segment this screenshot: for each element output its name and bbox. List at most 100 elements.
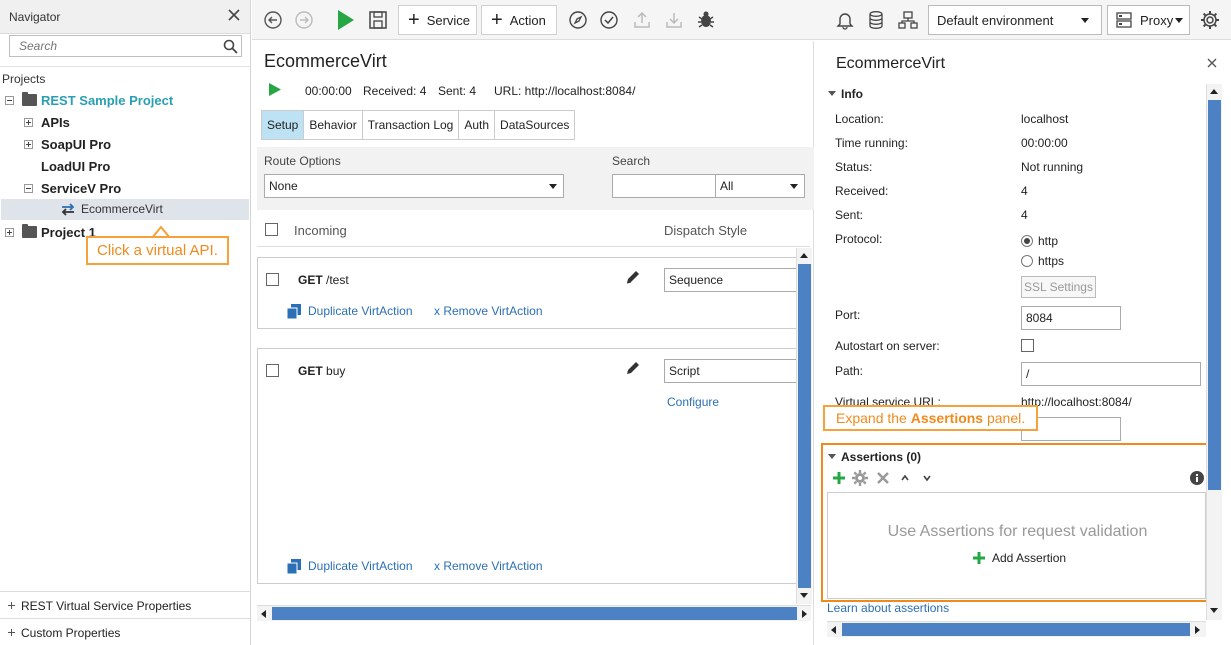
path-input[interactable]: / <box>1021 362 1201 386</box>
protocol-https-radio[interactable] <box>1021 255 1033 267</box>
assertions-section-header[interactable]: Assertions (0) <box>828 450 921 464</box>
autostart-checkbox[interactable] <box>1021 339 1034 352</box>
run-icon[interactable] <box>268 82 282 97</box>
port-input[interactable]: 8084 <box>1021 306 1121 330</box>
expand-icon[interactable] <box>5 228 14 237</box>
remove-virtaction-link[interactable]: x Remove VirtAction <box>434 559 543 573</box>
tree-item-servicev-pro[interactable]: ServiceV Pro <box>0 178 250 199</box>
expand-icon[interactable] <box>8 602 15 609</box>
scroll-left-icon[interactable] <box>261 610 266 618</box>
scroll-thumb[interactable] <box>842 623 1190 636</box>
collapse-icon[interactable] <box>5 96 14 105</box>
chevron-down-icon <box>1081 18 1089 23</box>
learn-about-assertions-link[interactable]: Learn about assertions <box>827 601 949 615</box>
add-assertion-button[interactable]: Add Assertion <box>972 551 1066 565</box>
delete-icon[interactable] <box>876 471 890 485</box>
scroll-up-icon[interactable] <box>800 253 808 258</box>
tree-item-rest-sample-project[interactable]: REST Sample Project <box>0 90 250 111</box>
scroll-down-icon[interactable] <box>1210 608 1218 613</box>
bug-icon[interactable] <box>696 10 716 30</box>
dispatch-style-value: Script <box>669 364 700 378</box>
tree-item-loadui-pro[interactable]: LoadUI Pro <box>0 156 250 177</box>
bell-icon[interactable] <box>835 10 855 30</box>
search-scope-select[interactable]: All <box>715 174 805 198</box>
scroll-thumb[interactable] <box>272 607 797 620</box>
virtaction-checkbox[interactable] <box>266 364 279 377</box>
virtaction-checkbox[interactable] <box>266 273 279 286</box>
info-icon[interactable] <box>1190 471 1204 485</box>
protocol-http-radio[interactable] <box>1021 235 1033 247</box>
scroll-right-icon[interactable] <box>802 610 807 618</box>
scroll-thumb[interactable] <box>1208 100 1221 490</box>
status-value: Not running <box>1021 160 1084 174</box>
scroll-right-icon[interactable] <box>1195 626 1200 634</box>
dispatch-style-select[interactable]: Sequence <box>664 268 804 292</box>
tab-auth[interactable]: Auth <box>459 111 496 139</box>
actions-vertical-scrollbar[interactable] <box>796 248 812 604</box>
edit-pencil-icon[interactable] <box>624 268 642 286</box>
actions-table-header: Incoming Dispatch Style <box>257 213 810 247</box>
rest-virtual-service-properties-section[interactable]: REST Virtual Service Properties <box>0 591 250 618</box>
edit-pencil-icon[interactable] <box>624 359 642 377</box>
scroll-thumb[interactable] <box>798 264 811 588</box>
tree-item-apis[interactable]: APIs <box>0 112 250 133</box>
tree-item-ecommercevirt[interactable]: EcommerceVirt <box>0 199 250 220</box>
move-up-icon[interactable] <box>900 474 910 482</box>
add-service-button[interactable]: + Service <box>398 5 477 35</box>
scroll-down-icon[interactable] <box>800 593 808 598</box>
dispatch-style-select[interactable]: Script <box>664 359 804 383</box>
environment-select[interactable]: Default environment <box>928 5 1102 35</box>
check-circle-icon[interactable] <box>599 10 619 30</box>
import-icon[interactable] <box>664 10 684 30</box>
scroll-left-icon[interactable] <box>831 626 836 634</box>
tab-behavior[interactable]: Behavior <box>304 111 363 139</box>
configure-link[interactable]: Configure <box>667 395 719 409</box>
select-all-checkbox[interactable] <box>265 223 278 236</box>
compass-icon[interactable] <box>568 10 588 30</box>
collapse-icon[interactable] <box>24 184 33 193</box>
properties-vertical-scrollbar[interactable] <box>1206 84 1222 620</box>
add-icon <box>972 551 986 565</box>
autostart-label: Autostart on server: <box>835 339 940 353</box>
save-icon[interactable] <box>368 10 388 30</box>
network-icon[interactable] <box>898 10 918 30</box>
export-icon[interactable] <box>632 10 652 30</box>
run-time: 00:00:00 <box>305 84 352 98</box>
close-icon[interactable] <box>1207 58 1217 68</box>
run-status-bar: 00:00:00 Received: 4 Sent: 4 URL: http:/… <box>264 82 684 100</box>
remove-virtaction-link[interactable]: x Remove VirtAction <box>434 304 543 318</box>
action-search-input[interactable] <box>612 174 716 198</box>
ssl-settings-button[interactable]: SSL Settings <box>1021 276 1096 298</box>
route-options-select[interactable]: None <box>264 174 564 198</box>
service-title: EcommerceVirt <box>264 51 387 71</box>
search-icon[interactable] <box>223 39 238 54</box>
assertions-empty-area: Use Assertions for request validation Ad… <box>827 492 1206 599</box>
expand-icon[interactable] <box>24 118 33 127</box>
navigator-search-input[interactable] <box>9 35 242 57</box>
custom-properties-section[interactable]: Custom Properties <box>0 618 250 645</box>
forward-icon[interactable] <box>294 10 314 30</box>
duplicate-virtaction-link[interactable]: Duplicate VirtAction <box>308 304 413 318</box>
expand-icon[interactable] <box>24 140 33 149</box>
proxy-button[interactable]: Proxy <box>1107 5 1190 35</box>
back-icon[interactable] <box>263 10 283 30</box>
tab-transaction-log[interactable]: Transaction Log <box>363 111 460 139</box>
add-action-button[interactable]: + Action <box>481 5 557 35</box>
move-down-icon[interactable] <box>922 474 932 482</box>
tree-item-soapui-pro[interactable]: SoapUI Pro <box>0 134 250 155</box>
add-icon[interactable] <box>831 470 847 486</box>
duplicate-virtaction-link[interactable]: Duplicate VirtAction <box>308 559 413 573</box>
tab-setup[interactable]: Setup <box>262 111 305 139</box>
gear-icon[interactable] <box>852 470 868 486</box>
play-icon[interactable] <box>336 9 356 30</box>
expand-icon[interactable] <box>8 629 15 636</box>
properties-horizontal-scrollbar[interactable] <box>827 621 1206 637</box>
info-section-header[interactable]: Info <box>828 87 863 101</box>
gear-icon[interactable] <box>1200 10 1220 30</box>
tab-datasources[interactable]: DataSources <box>495 111 574 139</box>
close-icon[interactable] <box>227 8 241 22</box>
actions-horizontal-scrollbar[interactable] <box>257 605 811 621</box>
scroll-up-icon[interactable] <box>1210 89 1218 94</box>
database-icon[interactable] <box>866 10 886 30</box>
chevron-down-icon <box>549 184 557 189</box>
